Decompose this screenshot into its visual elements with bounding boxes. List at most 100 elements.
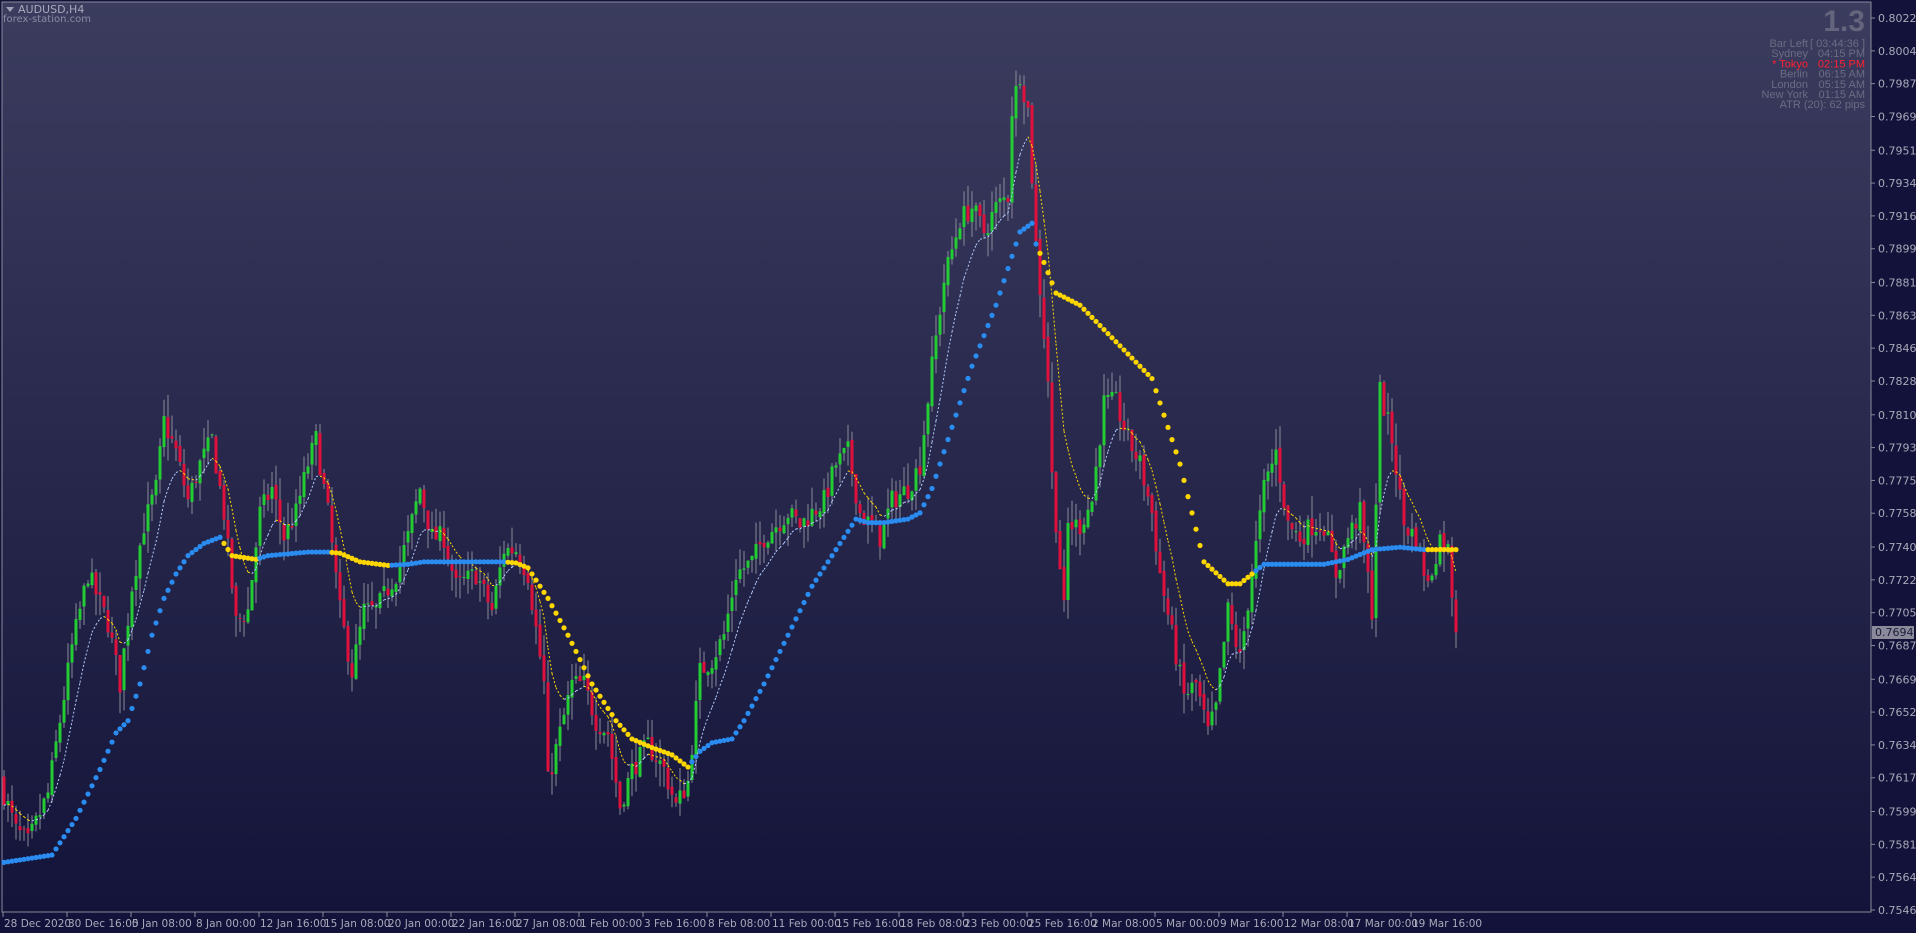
ma-dot xyxy=(1049,280,1055,286)
ma-dot xyxy=(773,656,779,663)
candle-body xyxy=(974,205,978,212)
candle-body xyxy=(394,584,398,592)
candle-body xyxy=(550,772,554,775)
ma-dot xyxy=(545,595,551,602)
ma-dot xyxy=(981,333,987,339)
ma-dot xyxy=(581,665,587,671)
ma-dot xyxy=(593,687,599,693)
ma-dot xyxy=(929,485,935,492)
candle-body xyxy=(918,466,922,475)
candle-body xyxy=(598,732,602,735)
ma-dot xyxy=(1033,241,1039,247)
candle-body xyxy=(1074,519,1078,528)
candle-body xyxy=(282,524,286,541)
candle-body xyxy=(1262,479,1266,513)
ma-dot xyxy=(1149,375,1155,382)
candle-body xyxy=(778,527,782,532)
ma-dot xyxy=(565,632,571,638)
candle-body xyxy=(630,763,634,780)
ma-dot xyxy=(1037,250,1043,256)
candle-body xyxy=(1002,197,1006,201)
candle-body xyxy=(310,442,314,465)
candle-body xyxy=(1030,105,1034,184)
ma-dot xyxy=(745,710,751,716)
candle-body xyxy=(86,583,90,587)
candle-body xyxy=(1018,84,1022,86)
ma-dot xyxy=(1177,461,1183,467)
ma-dot xyxy=(1249,571,1255,577)
site-watermark: forex-station.com xyxy=(3,14,91,25)
candle-body xyxy=(54,741,58,758)
ma-dot xyxy=(573,648,579,655)
candle-body xyxy=(730,597,734,611)
ma-dot xyxy=(149,632,155,638)
candle-body xyxy=(466,570,470,579)
ma-dot xyxy=(177,565,183,571)
ma-dot xyxy=(805,591,811,597)
candle-body xyxy=(290,525,294,528)
candle-body xyxy=(1250,576,1254,613)
price-chart[interactable]: 0.80220 0.80045 0.79870 0.79695 0.79515 0.793… xyxy=(0,0,1916,933)
ma-dot xyxy=(765,673,771,679)
ma-dot xyxy=(825,559,831,565)
candle-body xyxy=(1206,711,1210,727)
ma-dot xyxy=(1001,278,1007,284)
ma-dot xyxy=(65,828,71,834)
candle-body xyxy=(506,548,510,556)
candle-body xyxy=(938,314,942,335)
ma-dot xyxy=(1197,542,1203,549)
ma-dot xyxy=(921,502,927,508)
candle-body xyxy=(958,228,962,240)
ma-dot xyxy=(977,343,983,349)
y-tick-label: 0.75640 xyxy=(1878,871,1916,884)
candle-body xyxy=(206,437,210,452)
candle-body xyxy=(1142,454,1146,486)
candle-body xyxy=(318,433,322,476)
candle-body xyxy=(1014,85,1018,119)
x-tick-label: 11 Feb 00:00 xyxy=(772,918,841,930)
ma-dot xyxy=(801,599,807,606)
ma-dot xyxy=(577,656,583,663)
ma-dot xyxy=(173,571,179,577)
candle-body xyxy=(126,625,130,646)
y-tick-label: 0.79515 xyxy=(1878,144,1916,157)
candle-body xyxy=(846,441,850,447)
candle-body xyxy=(258,506,262,546)
x-tick-label: 2 Mar 08:00 xyxy=(1092,918,1155,930)
candle-body xyxy=(726,613,730,632)
ma-dot xyxy=(693,753,699,760)
candle-body xyxy=(838,453,842,465)
candle-body xyxy=(1414,527,1418,548)
candle-body xyxy=(1390,411,1394,444)
ma-dot xyxy=(1245,574,1251,580)
candle-body xyxy=(1406,528,1410,536)
candle-body xyxy=(818,511,822,518)
ma-dot xyxy=(1157,400,1163,406)
ma-dot xyxy=(57,840,63,846)
candle-body xyxy=(1318,530,1322,532)
candle-body xyxy=(1278,447,1282,483)
candle-body xyxy=(366,603,370,605)
candle-body xyxy=(494,585,498,609)
candle-body xyxy=(1154,510,1158,552)
candle-body xyxy=(1118,392,1122,422)
candle-body xyxy=(294,503,298,526)
candle-body xyxy=(822,490,826,514)
ma-dot xyxy=(61,834,67,840)
candle-body xyxy=(750,555,754,561)
candle-body xyxy=(594,714,598,731)
ma-dot xyxy=(553,610,559,616)
candle-body xyxy=(214,436,218,474)
y-tick-label: 0.76695 xyxy=(1878,673,1916,686)
candle-body xyxy=(530,584,534,611)
candle-body xyxy=(414,501,418,515)
candle-body xyxy=(134,575,138,590)
candle-body xyxy=(230,538,234,589)
y-tick-label: 0.78285 xyxy=(1878,375,1916,388)
candle-body xyxy=(374,605,378,608)
ma-dot xyxy=(1113,339,1119,345)
candle-body xyxy=(1210,711,1214,726)
ma-dot xyxy=(965,375,971,381)
ma-dot xyxy=(569,640,575,646)
atr-label: ATR (20): 62 pips xyxy=(1780,99,1866,111)
